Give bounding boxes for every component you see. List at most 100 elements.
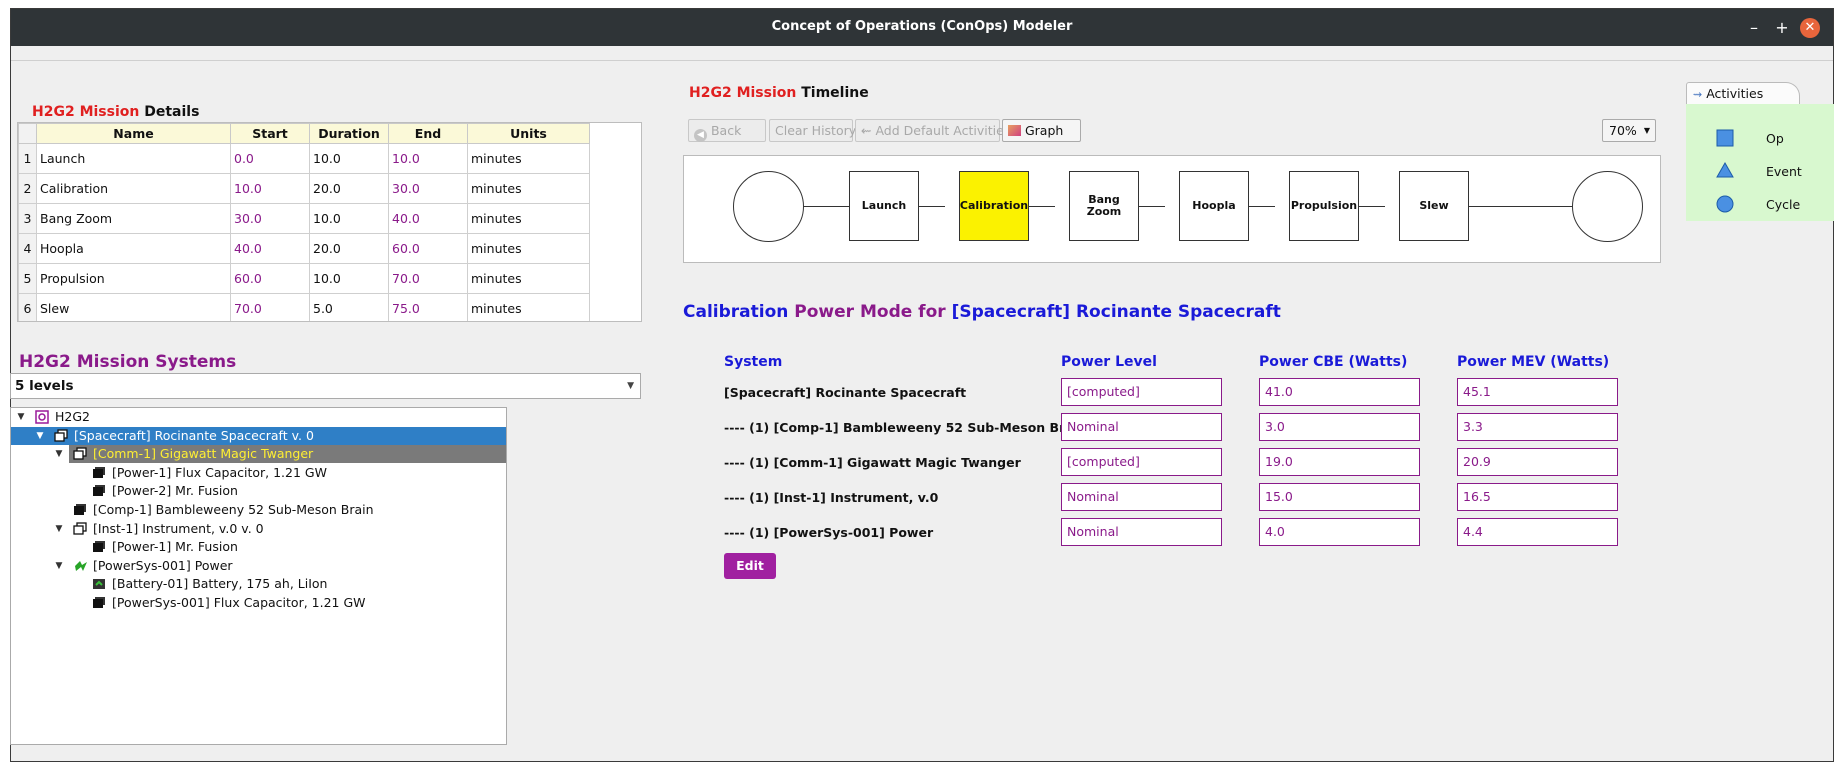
expand-toggle-icon[interactable]: ▼: [53, 520, 65, 538]
start-cell[interactable]: 40.0: [230, 233, 310, 264]
levels-dropdown[interactable]: 5 levels ▼: [10, 373, 641, 399]
timeline-activity-node[interactable]: Propulsion: [1289, 171, 1359, 241]
tree-item[interactable]: [Battery-01] Battery, 175 ah, LiIon: [11, 575, 506, 593]
power-mev-field[interactable]: 16.5: [1457, 483, 1618, 511]
duration-cell[interactable]: 10.0: [309, 143, 389, 174]
timeline-canvas[interactable]: Launch Calibration Bang Zoom Hoopla Propulsi…: [683, 155, 1661, 263]
expand-toggle-icon[interactable]: ▼: [15, 408, 27, 426]
column-header[interactable]: Units: [467, 123, 590, 144]
table-row[interactable]: 4 Hoopla 40.0 20.0 60.0 minutes: [18, 233, 590, 264]
palette-item-event[interactable]: Event: [1686, 159, 1834, 183]
power-system-name: ---- (1) [Comp-1] Bambleweeny 52 Sub-Mes…: [724, 420, 1087, 435]
duration-cell[interactable]: 5.0: [309, 293, 389, 321]
close-button[interactable]: ✕: [1800, 18, 1820, 38]
power-cbe-field[interactable]: 3.0: [1259, 413, 1420, 441]
units-cell[interactable]: minutes: [467, 143, 590, 174]
tree-item[interactable]: ▼ [Comm-1] Gigawatt Magic Twanger: [11, 445, 506, 464]
power-level-field[interactable]: Nominal: [1061, 413, 1222, 441]
timeline-activity-node[interactable]: Launch: [849, 171, 919, 241]
minimize-button[interactable]: –: [1744, 18, 1764, 38]
name-cell[interactable]: Hoopla: [36, 233, 231, 264]
maximize-button[interactable]: +: [1772, 18, 1792, 38]
start-cell[interactable]: 10.0: [230, 173, 310, 204]
column-header[interactable]: Start: [230, 123, 310, 144]
palette-item-cycle[interactable]: Cycle: [1686, 192, 1834, 216]
tree-item[interactable]: [Power-1] Flux Capacitor, 1.21 GW: [11, 464, 506, 482]
name-cell[interactable]: Slew: [36, 293, 231, 321]
tree-item[interactable]: [PowerSys-001] Flux Capacitor, 1.21 GW: [11, 594, 506, 612]
power-cbe-field[interactable]: 19.0: [1259, 448, 1420, 476]
column-header[interactable]: Duration: [309, 123, 389, 144]
table-row[interactable]: 2 Calibration 10.0 20.0 30.0 minutes: [18, 173, 590, 204]
power-mev-field[interactable]: 45.1: [1457, 378, 1618, 406]
timeline-activity-node[interactable]: Slew: [1399, 171, 1469, 241]
timeline-start-node[interactable]: [733, 171, 804, 242]
table-row[interactable]: 1 Launch 0.0 10.0 10.0 minutes: [18, 143, 590, 174]
start-cell[interactable]: 70.0: [230, 293, 310, 321]
power-level-field[interactable]: Nominal: [1061, 518, 1222, 546]
expand-toggle-icon[interactable]: ▼: [53, 557, 65, 575]
duration-cell[interactable]: 10.0: [309, 203, 389, 234]
timeline-end-node[interactable]: [1572, 171, 1643, 242]
expand-toggle-icon[interactable]: ▼: [53, 445, 65, 463]
duration-cell[interactable]: 20.0: [309, 173, 389, 204]
palette-item-op[interactable]: Op: [1686, 126, 1834, 150]
end-cell[interactable]: 30.0: [388, 173, 468, 204]
tree-item[interactable]: [Comp-1] Bambleweeny 52 Sub-Meson Brain: [11, 501, 506, 519]
row-index: 4: [18, 233, 37, 264]
power-mev-field[interactable]: 3.3: [1457, 413, 1618, 441]
start-cell[interactable]: 0.0: [230, 143, 310, 174]
units-cell[interactable]: minutes: [467, 263, 590, 294]
power-system-icon: [73, 559, 87, 571]
name-cell[interactable]: Calibration: [36, 173, 231, 204]
name-cell[interactable]: Launch: [36, 143, 231, 174]
duration-cell[interactable]: 10.0: [309, 263, 389, 294]
back-button[interactable]: ◀ Back: [688, 119, 766, 142]
zoom-select[interactable]: 70% ▼: [1602, 119, 1656, 142]
units-cell[interactable]: minutes: [467, 233, 590, 264]
power-level-field[interactable]: [computed]: [1061, 378, 1222, 406]
end-cell[interactable]: 40.0: [388, 203, 468, 234]
tab-activities[interactable]: ⇝ Activities: [1686, 82, 1800, 104]
name-cell[interactable]: Propulsion: [36, 263, 231, 294]
table-row[interactable]: 6 Slew 70.0 5.0 75.0 minutes: [18, 293, 590, 321]
end-cell[interactable]: 60.0: [388, 233, 468, 264]
clear-history-button[interactable]: Clear History: [769, 119, 856, 142]
power-cbe-field[interactable]: 4.0: [1259, 518, 1420, 546]
activities-tab-label: Activities: [1706, 86, 1764, 101]
power-mev-field[interactable]: 4.4: [1457, 518, 1618, 546]
power-cbe-field[interactable]: 15.0: [1259, 483, 1420, 511]
units-cell[interactable]: minutes: [467, 203, 590, 234]
power-cbe-field[interactable]: 41.0: [1259, 378, 1420, 406]
column-header[interactable]: End: [388, 123, 468, 144]
table-row[interactable]: 3 Bang Zoom 30.0 10.0 40.0 minutes: [18, 203, 590, 234]
name-cell[interactable]: Bang Zoom: [36, 203, 231, 234]
tree-item[interactable]: ▼ [PowerSys-001] Power: [11, 557, 506, 575]
units-cell[interactable]: minutes: [467, 293, 590, 321]
units-cell[interactable]: minutes: [467, 173, 590, 204]
end-cell[interactable]: 70.0: [388, 263, 468, 294]
systems-tree[interactable]: ▼ H2G2 ▼ [Spacecraft] Rocinante Spacecraft …: [10, 407, 507, 745]
edit-button[interactable]: Edit: [724, 553, 776, 579]
graph-button[interactable]: Graph: [1002, 119, 1081, 142]
tree-item[interactable]: ▼ [Inst-1] Instrument, v.0 v. 0: [11, 520, 506, 538]
end-cell[interactable]: 10.0: [388, 143, 468, 174]
timeline-activity-node[interactable]: Bang Zoom: [1069, 171, 1139, 241]
tree-item[interactable]: [Power-2] Mr. Fusion: [11, 482, 506, 500]
table-row[interactable]: 5 Propulsion 60.0 10.0 70.0 minutes: [18, 263, 590, 294]
power-level-field[interactable]: Nominal: [1061, 483, 1222, 511]
end-cell[interactable]: 75.0: [388, 293, 468, 321]
timeline-activity-node[interactable]: Hoopla: [1179, 171, 1249, 241]
tree-item[interactable]: ▼ H2G2: [11, 408, 506, 426]
column-header[interactable]: Name: [36, 123, 231, 144]
expand-toggle-icon[interactable]: ▼: [34, 427, 46, 445]
tree-item[interactable]: ▼ [Spacecraft] Rocinante Spacecraft v. 0: [11, 426, 506, 445]
start-cell[interactable]: 60.0: [230, 263, 310, 294]
power-level-field[interactable]: [computed]: [1061, 448, 1222, 476]
power-mev-field[interactable]: 20.9: [1457, 448, 1618, 476]
add-default-activities-button[interactable]: ⇜ Add Default Activities: [855, 119, 1010, 142]
start-cell[interactable]: 30.0: [230, 203, 310, 234]
timeline-activity-node[interactable]: Calibration: [959, 171, 1029, 241]
duration-cell[interactable]: 20.0: [309, 233, 389, 264]
tree-item[interactable]: [Power-1] Mr. Fusion: [11, 538, 506, 556]
